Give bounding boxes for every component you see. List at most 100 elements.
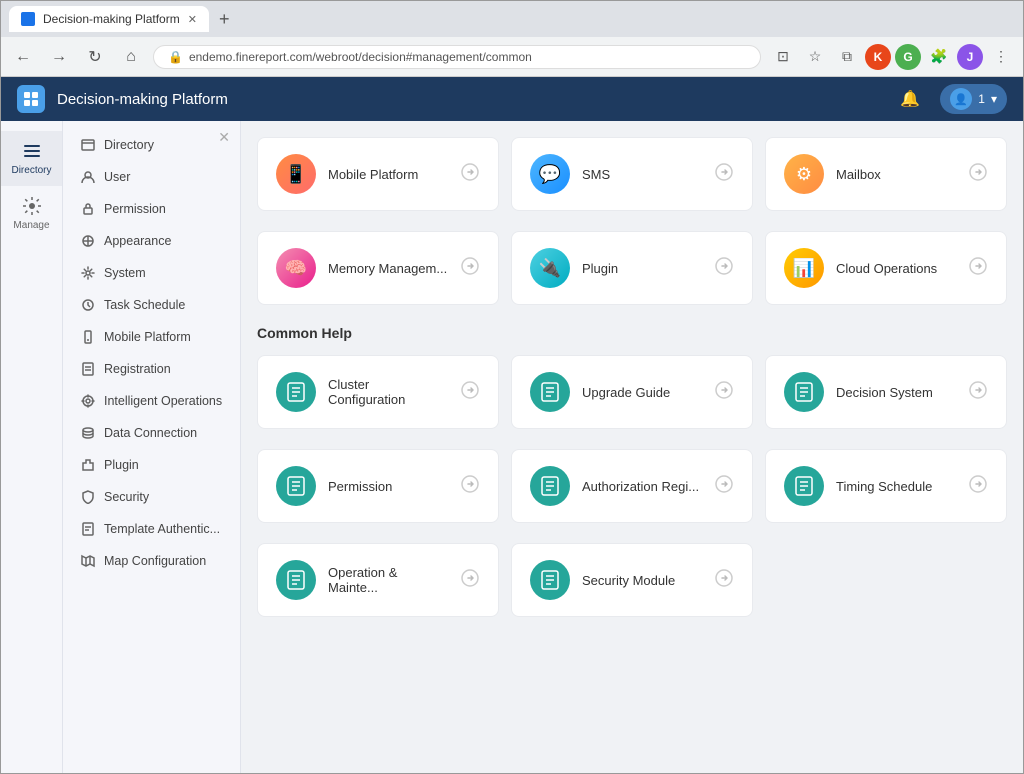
memory-mgmt-arrow-icon	[460, 256, 480, 281]
clock-icon	[80, 297, 96, 313]
browser-titlebar: Decision-making Platform ✕ +	[1, 1, 1023, 37]
sidebar-intelligent-ops-label: Intelligent Operations	[104, 394, 222, 408]
memory-mgmt-card-icon: 🧠	[276, 248, 316, 288]
sidebar-item-system[interactable]: System	[63, 257, 240, 289]
sidebar-item-plugin[interactable]: Plugin	[63, 449, 240, 481]
sidebar-item-registration[interactable]: Registration	[63, 353, 240, 385]
sidebar-item-manage-nav[interactable]: Manage	[1, 186, 62, 241]
card-upgrade-guide[interactable]: Upgrade Guide	[511, 355, 753, 429]
sidebar-item-map-configuration[interactable]: Map Configuration	[63, 545, 240, 577]
template-icon	[80, 521, 96, 537]
upgrade-guide-card-label: Upgrade Guide	[582, 385, 702, 400]
timing-schedule-card-label: Timing Schedule	[836, 479, 956, 494]
security-module-card-icon	[530, 560, 570, 600]
cluster-config-card-icon	[276, 372, 316, 412]
timing-schedule-card-icon	[784, 466, 824, 506]
card-mailbox[interactable]: ⚙ Mailbox	[765, 137, 1007, 211]
sidebar-item-data-connection[interactable]: Data Connection	[63, 417, 240, 449]
intelligent-ops-icon	[80, 393, 96, 409]
sidebar-appearance-label: Appearance	[104, 234, 171, 248]
tab-close-button[interactable]: ✕	[188, 13, 197, 26]
chevron-down-icon: ▾	[991, 92, 997, 106]
sidebar-item-directory[interactable]: Directory	[63, 129, 240, 161]
star-icon[interactable]: ☆	[801, 43, 829, 71]
sidebar-item-appearance[interactable]: Appearance	[63, 225, 240, 257]
card-permission2[interactable]: Permission	[257, 449, 499, 523]
notification-bell-icon[interactable]: 🔔	[900, 89, 920, 109]
card-cloud-operations[interactable]: 📊 Cloud Operations	[765, 231, 1007, 305]
card-sms[interactable]: 💬 SMS	[511, 137, 753, 211]
app-body: Directory Manage ✕ Directory	[1, 121, 1023, 773]
card-authorization-regi[interactable]: Authorization Regi...	[511, 449, 753, 523]
k-icon[interactable]: K	[865, 44, 891, 70]
refresh-button[interactable]: ↻	[81, 43, 109, 71]
system-icon	[80, 265, 96, 281]
plugin-arrow-icon	[714, 256, 734, 281]
shield-icon	[80, 489, 96, 505]
forward-button[interactable]: →	[45, 43, 73, 71]
browser-controls: ← → ↻ ⌂ 🔒 endemo.finereport.com/webroot/…	[1, 37, 1023, 77]
plugin-card-icon: 🔌	[530, 248, 570, 288]
sidebar-registration-label: Registration	[104, 362, 171, 376]
sidebar-item-intelligent-operations[interactable]: Intelligent Operations	[63, 385, 240, 417]
sidebar-item-security[interactable]: Security	[63, 481, 240, 513]
sms-card-label: SMS	[582, 167, 702, 182]
card-decision-system[interactable]: Decision System	[765, 355, 1007, 429]
middle-card-grid: 🧠 Memory Managem... 🔌 Plugin 📊 Cloud Ope…	[257, 231, 1007, 305]
back-button[interactable]: ←	[9, 43, 37, 71]
card-memory-management[interactable]: 🧠 Memory Managem...	[257, 231, 499, 305]
sms-card-icon: 💬	[530, 154, 570, 194]
user-icon	[80, 169, 96, 185]
authorization-regi-arrow-icon	[714, 474, 734, 499]
extension-icon[interactable]: ⧉	[833, 43, 861, 71]
cloud-ops-arrow-icon	[968, 256, 988, 281]
icon-nav: Directory Manage	[1, 121, 63, 773]
card-operation-mainte[interactable]: Operation & Mainte...	[257, 543, 499, 617]
bookmark-icon[interactable]: ⊡	[769, 43, 797, 71]
card-plugin[interactable]: 🔌 Plugin	[511, 231, 753, 305]
user-label: 1	[978, 92, 985, 106]
sms-arrow-icon	[714, 162, 734, 187]
sidebar-item-permission[interactable]: Permission	[63, 193, 240, 225]
sidebar-mobile-platform-label: Mobile Platform	[104, 330, 191, 344]
card-mobile-platform[interactable]: 📱 Mobile Platform	[257, 137, 499, 211]
app-header-title: Decision-making Platform	[57, 91, 228, 108]
mailbox-arrow-icon	[968, 162, 988, 187]
sidebar-pin-icon[interactable]: ✕	[218, 129, 230, 146]
card-timing-schedule[interactable]: Timing Schedule	[765, 449, 1007, 523]
cluster-config-card-label: Cluster Configuration	[328, 377, 448, 407]
sidebar-item-task-schedule[interactable]: Task Schedule	[63, 289, 240, 321]
app-header: Decision-making Platform 🔔 👤 1 ▾	[1, 77, 1023, 121]
help-card-grid-row1: Cluster Configuration Upgrade Guide	[257, 355, 1007, 429]
sidebar-security-label: Security	[104, 490, 149, 504]
sidebar-map-config-label: Map Configuration	[104, 554, 206, 568]
new-tab-button[interactable]: +	[213, 9, 236, 30]
g-icon[interactable]: G	[895, 44, 921, 70]
menu-icon[interactable]: ⋮	[987, 43, 1015, 71]
memory-mgmt-card-label: Memory Managem...	[328, 261, 448, 276]
upgrade-guide-card-icon	[530, 372, 570, 412]
sidebar-item-mobile-platform[interactable]: Mobile Platform	[63, 321, 240, 353]
browser-user-avatar[interactable]: J	[957, 44, 983, 70]
common-help-title: Common Help	[257, 325, 1007, 341]
header-user-button[interactable]: 👤 1 ▾	[940, 84, 1007, 114]
browser-toolbar: ⊡ ☆ ⧉ K G 🧩 J ⋮	[769, 43, 1015, 71]
mobile-platform-card-icon: 📱	[276, 154, 316, 194]
browser-tab[interactable]: Decision-making Platform ✕	[9, 6, 209, 32]
card-cluster-configuration[interactable]: Cluster Configuration	[257, 355, 499, 429]
permission2-arrow-icon	[460, 474, 480, 499]
map-icon	[80, 553, 96, 569]
puzzle-icon[interactable]: 🧩	[925, 43, 953, 71]
sidebar-permission-label: Permission	[104, 202, 166, 216]
cloud-ops-card-icon: 📊	[784, 248, 824, 288]
url-text: endemo.finereport.com/webroot/decision#m…	[189, 50, 532, 64]
data-connection-icon	[80, 425, 96, 441]
home-button[interactable]: ⌂	[117, 43, 145, 71]
sidebar-item-directory-nav[interactable]: Directory	[1, 131, 62, 186]
permission2-card-icon	[276, 466, 316, 506]
card-security-module[interactable]: Security Module	[511, 543, 753, 617]
sidebar-item-template-authentic[interactable]: Template Authentic...	[63, 513, 240, 545]
address-bar[interactable]: 🔒 endemo.finereport.com/webroot/decision…	[153, 45, 761, 69]
help-card-grid-row2: Permission Authorization Regi...	[257, 449, 1007, 523]
sidebar-item-user[interactable]: User	[63, 161, 240, 193]
